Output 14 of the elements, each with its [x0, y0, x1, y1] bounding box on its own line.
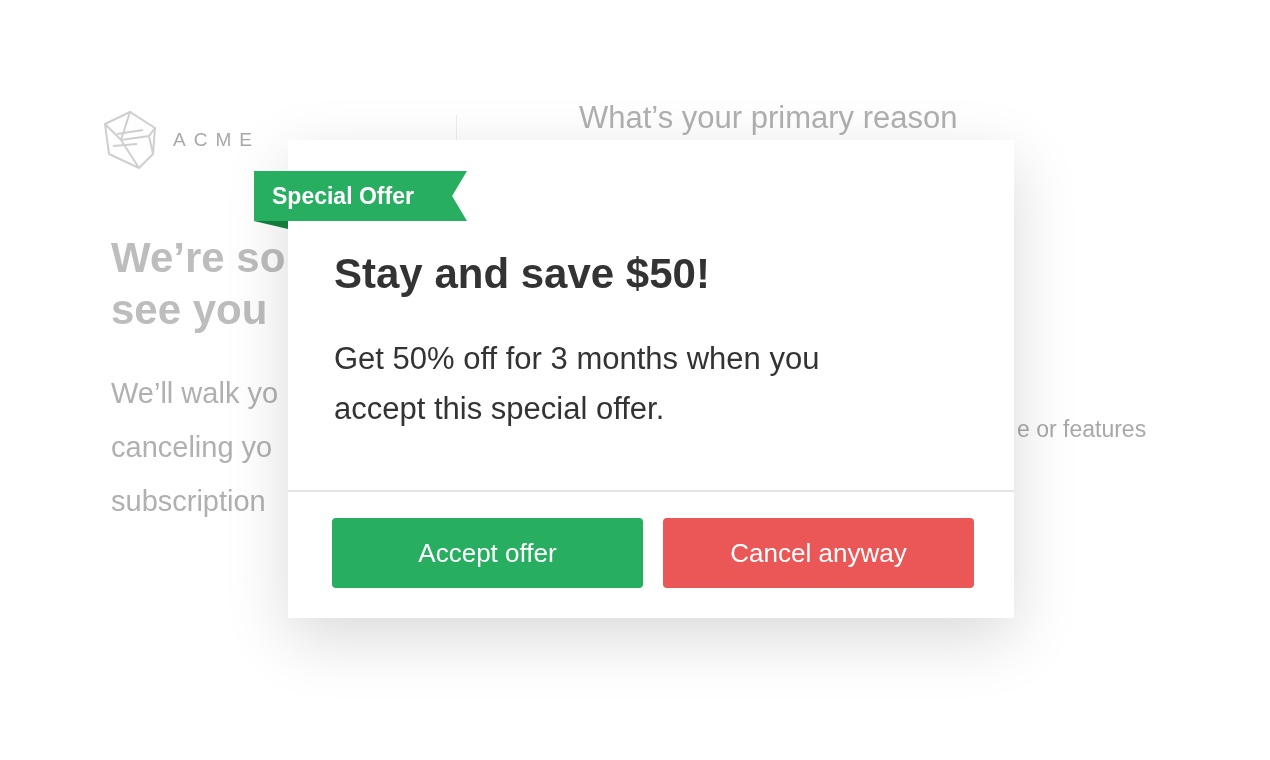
option-text: e or features: [1017, 416, 1147, 443]
heading-line: We’re so: [111, 233, 286, 283]
heading-line: see you: [111, 285, 268, 335]
cube-logo-icon: [103, 110, 157, 170]
intro-line: canceling yo: [111, 430, 273, 465]
accept-button[interactable]: Accept offer: [332, 518, 643, 588]
special-offer-ribbon: Special Offer: [254, 171, 467, 221]
cancel-button[interactable]: Cancel anyway: [663, 518, 974, 588]
intro-line: subscription: [111, 484, 266, 519]
offer-title: Stay and save $50!: [334, 250, 711, 298]
question-text: What’s your primary reason: [579, 100, 959, 136]
offer-description: Get 50% off for 3 months when you accept this special offer.: [334, 340, 821, 428]
intro-line: We’ll walk yo: [111, 376, 279, 411]
logo-text: ACME: [173, 129, 260, 151]
